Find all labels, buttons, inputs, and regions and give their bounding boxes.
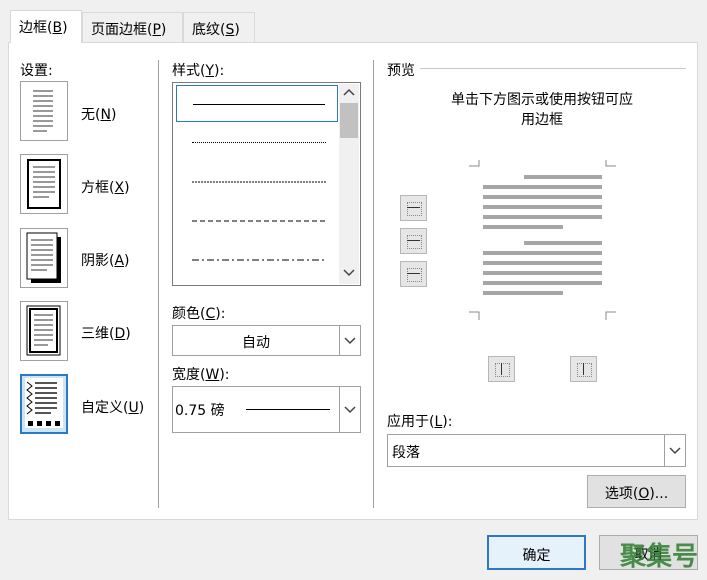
settings-heading: 设置: [20,63,53,79]
setting-shadow-button[interactable] [20,228,68,288]
setting-none-label[interactable]: 无(N) [81,104,116,124]
inside-horizontal-border-button[interactable] [400,228,427,254]
setting-box-label[interactable]: 方框(X) [81,177,130,197]
watermark-logo: 聚集号 [620,542,699,572]
setting-box-icon [27,159,61,209]
setting-shadow-label[interactable]: 阴影(A) [81,250,130,270]
setting-3d-icon [26,305,61,356]
style-item-fine-dashed[interactable] [176,163,338,200]
tab-shading-label: 底纹(S) [192,22,240,38]
style-item-solid[interactable] [176,85,338,122]
dash-dot-line-sample [192,259,326,261]
color-value: 自动 [242,335,270,351]
setting-3d-button[interactable] [20,301,68,361]
separator-2 [373,60,374,508]
color-heading: 颜色(C): [172,306,226,322]
tab-page-borders[interactable]: 页面边框(P) [82,12,183,42]
preview-hint-line2: 用边框 [521,112,563,128]
chevron-down-icon[interactable] [339,387,360,432]
bottom-border-button[interactable] [400,261,427,287]
solid-line-sample [193,104,325,105]
scrollbar-thumb[interactable] [340,103,358,138]
tab-borders[interactable]: 边框(B) [10,10,82,43]
width-dropdown[interactable]: 0.75 磅 [172,386,361,433]
setting-shadow-icon [26,232,61,283]
options-button[interactable]: 选项(O)... [587,475,686,508]
preview-hint-line1: 单击下方图示或使用按钮可应 [451,92,633,108]
width-value: 0.75 磅 [175,403,225,419]
width-line-sample [246,409,330,410]
style-heading: 样式(Y): [172,63,225,79]
setting-custom-button[interactable] [20,374,68,434]
preview-rule [420,68,686,69]
style-item-dotted[interactable] [176,124,338,161]
setting-none-icon [33,90,53,132]
apply-to-heading: 应用于(L): [387,414,453,430]
preview-diagram[interactable] [465,160,620,322]
separator-1 [158,60,159,508]
dotted-line-sample [192,142,326,143]
scroll-up-icon[interactable] [343,87,355,100]
ok-button[interactable]: 确定 [487,535,586,570]
tab-page-borders-label: 页面边框(P) [91,22,167,38]
preview-heading: 预览 [387,63,415,79]
setting-none-button[interactable] [20,81,68,141]
setting-custom-icon [25,378,63,428]
apply-to-value: 段落 [392,445,420,461]
left-border-button[interactable] [488,356,515,382]
apply-to-dropdown[interactable]: 段落 [387,434,686,467]
setting-custom-label[interactable]: 自定义(U) [81,397,144,417]
style-item-dashed[interactable] [176,202,338,239]
width-heading: 宽度(W): [172,367,230,383]
right-border-button[interactable] [570,356,597,382]
tab-shading[interactable]: 底纹(S) [183,12,255,42]
setting-box-button[interactable] [20,154,68,214]
fine-dashed-line-sample [192,181,326,183]
color-dropdown[interactable]: 自动 [172,325,361,356]
chevron-down-icon[interactable] [339,326,360,355]
style-item-dash-dot[interactable] [176,241,338,278]
tab-borders-label: 边框(B) [19,20,68,36]
chevron-down-icon[interactable] [664,435,685,466]
top-border-button[interactable] [400,195,427,221]
dashed-line-sample [192,220,326,222]
scroll-down-icon[interactable] [343,266,355,282]
setting-3d-label[interactable]: 三维(D) [81,323,131,343]
